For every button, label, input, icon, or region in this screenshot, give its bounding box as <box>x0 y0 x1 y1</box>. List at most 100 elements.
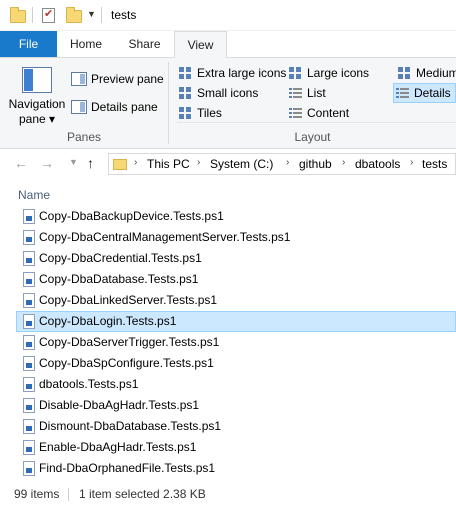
file-row[interactable]: Copy-DbaLinkedServer.Tests.ps1 <box>16 290 456 311</box>
address-row: ← → ▼ ↑ › This PC › System (C:) › github… <box>0 149 456 179</box>
breadcrumb-dbatools[interactable]: dbatools <box>355 157 400 171</box>
details-icon <box>396 87 409 99</box>
breadcrumb-separator-icon[interactable]: › <box>410 157 413 168</box>
breadcrumb-separator-icon[interactable]: › <box>286 157 289 168</box>
tiles-icon <box>179 107 192 119</box>
file-row-selected[interactable]: Copy-DbaLogin.Tests.ps1 <box>16 311 456 332</box>
powershell-script-icon <box>23 293 35 308</box>
layout-content[interactable]: Content <box>287 104 391 122</box>
medium-icons-label: Medium <box>416 66 456 80</box>
small-icons-label: Small icons <box>197 86 259 100</box>
list-label: List <box>307 86 326 100</box>
customize-quick-access-chevron-down-icon[interactable]: ▼ <box>87 9 96 19</box>
layout-large-icons[interactable]: Large icons <box>287 64 391 82</box>
file-name: Copy-DbaDatabase.Tests.ps1 <box>39 272 199 286</box>
layout-group-label: Layout <box>294 130 331 144</box>
details-pane-icon <box>71 100 87 114</box>
powershell-script-icon <box>23 461 35 476</box>
navigation-pane-label: Navigation <box>8 97 66 111</box>
file-name: Copy-DbaBackupDevice.Tests.ps1 <box>39 209 224 223</box>
window-title: tests <box>111 8 137 22</box>
small-icons-icon <box>179 87 192 99</box>
file-row[interactable]: Copy-DbaCredential.Tests.ps1 <box>16 248 456 269</box>
column-header-name[interactable]: Name <box>18 188 50 202</box>
tab-view[interactable]: View <box>174 31 227 58</box>
preview-pane-label: Preview pane <box>91 72 164 86</box>
ribbon-tabs: File Home Share View <box>0 31 456 58</box>
powershell-script-icon <box>23 209 35 224</box>
tiles-label: Tiles <box>197 106 222 120</box>
layout-medium-icons[interactable]: Medium <box>396 64 456 82</box>
layout-list[interactable]: List <box>287 84 391 102</box>
large-icons-label: Large icons <box>307 66 370 80</box>
breadcrumb-tests[interactable]: tests <box>422 157 447 171</box>
quick-access-separator <box>32 7 33 23</box>
breadcrumb-system-c[interactable]: System (C:) <box>210 157 273 171</box>
preview-pane-icon <box>71 72 87 86</box>
file-name: dbatools.Tests.ps1 <box>39 377 139 391</box>
file-name: Enable-DbaAgHadr.Tests.ps1 <box>39 440 197 454</box>
file-row[interactable]: Dismount-DbaDatabase.Tests.ps1 <box>16 416 456 437</box>
properties-icon[interactable] <box>42 7 55 23</box>
file-name: Copy-DbaServerTrigger.Tests.ps1 <box>39 335 220 349</box>
panes-group-label: Panes <box>66 130 102 144</box>
layout-tiles[interactable]: Tiles <box>177 104 287 122</box>
up-arrow-icon[interactable]: ↑ <box>87 155 94 171</box>
file-name: Disable-DbaAgHadr.Tests.ps1 <box>39 398 200 412</box>
file-row[interactable]: Copy-DbaSpConfigure.Tests.ps1 <box>16 353 456 374</box>
tab-file[interactable]: File <box>0 31 57 57</box>
details-pane-label: Details pane <box>91 100 158 114</box>
powershell-script-icon <box>23 314 35 329</box>
powershell-script-icon <box>23 272 35 287</box>
new-folder-icon[interactable] <box>66 7 82 23</box>
forward-arrow-icon[interactable]: → <box>40 155 54 171</box>
powershell-script-icon <box>23 419 35 434</box>
layout-details[interactable]: Details <box>393 83 456 103</box>
file-row[interactable]: Enable-DbaAgHadr.Tests.ps1 <box>16 437 456 458</box>
file-name: Copy-DbaLinkedServer.Tests.ps1 <box>39 293 218 307</box>
file-row[interactable]: dbatools.Tests.ps1 <box>16 374 456 395</box>
back-arrow-icon[interactable]: ← <box>14 155 28 171</box>
layout-small-icons[interactable]: Small icons <box>177 84 287 102</box>
powershell-script-icon <box>23 230 35 245</box>
file-name: Find-DbaOrphanedFile.Tests.ps1 <box>39 461 216 475</box>
recent-locations-chevron-down-icon[interactable]: ▼ <box>69 157 78 167</box>
address-bar[interactable]: › This PC › System (C:) › github › dbato… <box>108 153 456 175</box>
powershell-script-icon <box>23 356 35 371</box>
file-row[interactable]: Disable-DbaAgHadr.Tests.ps1 <box>16 395 456 416</box>
medium-icons-icon <box>398 67 411 79</box>
powershell-script-icon <box>23 398 35 413</box>
tab-home[interactable]: Home <box>57 31 115 57</box>
file-name: Copy-DbaLogin.Tests.ps1 <box>39 314 177 328</box>
status-bar: 99 items 1 item selected 2.38 KB <box>0 483 456 506</box>
large-icons-icon <box>289 67 302 79</box>
details-label: Details <box>414 86 451 100</box>
file-row[interactable]: Copy-DbaDatabase.Tests.ps1 <box>16 269 456 290</box>
file-name: Copy-DbaSpConfigure.Tests.ps1 <box>39 356 214 370</box>
breadcrumb-github[interactable]: github <box>299 157 332 171</box>
breadcrumb-separator-icon[interactable]: › <box>197 157 200 168</box>
folder-icon <box>10 7 26 23</box>
layout-gallery-divider <box>177 122 456 123</box>
navigation-pane-button[interactable]: Navigation pane ▾ <box>7 64 67 130</box>
extra-large-icons-label: Extra large icons <box>197 66 287 80</box>
selection-info: 1 item selected 2.38 KB <box>79 487 206 501</box>
item-count: 99 items <box>14 487 60 501</box>
file-row[interactable]: Find-DbaOrphanedFile.Tests.ps1 <box>16 458 456 479</box>
tab-share[interactable]: Share <box>115 31 174 57</box>
file-name: Copy-DbaCredential.Tests.ps1 <box>39 251 202 265</box>
breadcrumb-separator-icon[interactable]: › <box>134 157 137 168</box>
file-row[interactable]: Copy-DbaServerTrigger.Tests.ps1 <box>16 332 456 353</box>
file-row[interactable]: Copy-DbaBackupDevice.Tests.ps1 <box>16 206 456 227</box>
file-name: Copy-DbaCentralManagementServer.Tests.ps… <box>39 230 291 244</box>
navigation-pane-dropdown-label: pane ▾ <box>18 112 56 126</box>
breadcrumb-this-pc[interactable]: This PC <box>147 157 190 171</box>
file-row[interactable]: Copy-DbaCentralManagementServer.Tests.ps… <box>16 227 456 248</box>
layout-extra-large-icons[interactable]: Extra large icons <box>177 64 287 82</box>
content-label: Content <box>307 106 350 120</box>
powershell-script-icon <box>23 251 35 266</box>
powershell-script-icon <box>23 377 35 392</box>
breadcrumb-separator-icon[interactable]: › <box>342 157 345 168</box>
status-separator <box>68 488 69 501</box>
quick-access-separator <box>101 7 102 23</box>
